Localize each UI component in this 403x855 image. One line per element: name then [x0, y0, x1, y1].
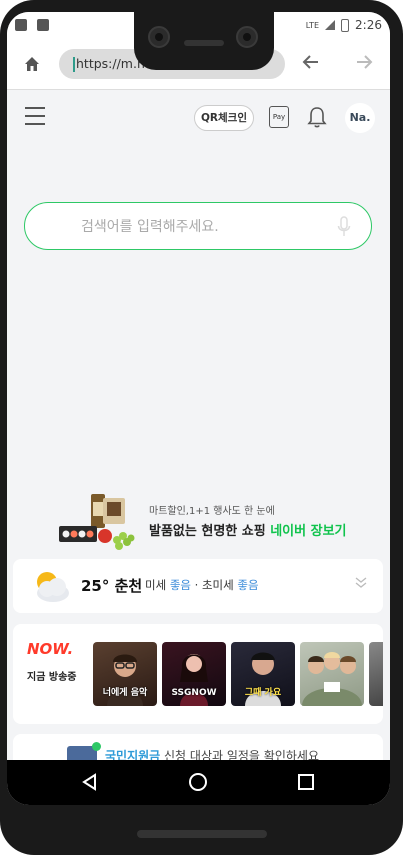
- arrow-left-icon[interactable]: [299, 52, 323, 76]
- text-cursor: [73, 57, 75, 72]
- pay-wallet-icon[interactable]: Pay: [269, 106, 289, 128]
- earpiece-speaker: [184, 40, 224, 46]
- microphone-icon[interactable]: [337, 216, 351, 238]
- search-box[interactable]: [24, 202, 372, 250]
- shopping-promo-banner[interactable]: 마트할인,1+1 행사도 한 눈에 발품없는 현명한 쇼핑 네이버 장보기: [57, 488, 357, 556]
- show-thumbnail[interactable]: 너에게 음악: [93, 642, 157, 706]
- now-live-card: NOW. 지금 방송중 너에게 음악 SSGNOW 그때 가요: [13, 624, 383, 724]
- promo-title: 발품없는 현명한 쇼핑 네이버 장보기: [149, 520, 347, 539]
- front-camera: [148, 26, 170, 48]
- notification-icon: [15, 19, 27, 31]
- show-caption: SSGNOW: [171, 688, 217, 698]
- separator: ·: [191, 578, 202, 592]
- temperature-city: 25° 춘천: [81, 577, 143, 595]
- show-caption: 너에게 음악: [102, 688, 148, 698]
- groceries-image: [57, 492, 137, 554]
- notification-icons: [15, 19, 49, 31]
- promo-title-text: 발품없는 현명한 쇼핑: [149, 524, 271, 539]
- live-now-label: 지금 방송중: [27, 672, 77, 683]
- android-icon: [37, 19, 49, 31]
- status-right: LTE 2:26: [306, 18, 382, 32]
- signal-icon: [325, 20, 336, 30]
- show-thumbnail[interactable]: SSGNOW: [162, 642, 226, 706]
- arrow-right-icon[interactable]: [352, 52, 376, 76]
- ultrafine-dust-label: 초미세: [201, 578, 234, 592]
- weather-card[interactable]: 25° 춘천 미세 좋음 · 초미세 좋음: [13, 559, 383, 613]
- air-quality: 미세 좋음 · 초미세 좋음: [145, 577, 259, 593]
- phone-frame: LTE 2:26 https://m.naver.com/: [0, 0, 403, 855]
- bottom-speaker: [137, 830, 267, 838]
- home-icon[interactable]: [21, 54, 43, 76]
- promo-subtitle: 마트할인,1+1 행사도 한 눈에: [149, 506, 275, 517]
- show-thumbnail[interactable]: [300, 642, 364, 706]
- network-label: LTE: [305, 20, 320, 30]
- ultrafine-dust-value: 좋음: [237, 578, 259, 592]
- front-sensor: [236, 26, 258, 48]
- chevron-down-icon[interactable]: [353, 575, 369, 595]
- show-thumbnail[interactable]: [369, 642, 383, 706]
- account-avatar[interactable]: Na.: [345, 103, 375, 133]
- hamburger-menu-icon[interactable]: [25, 107, 45, 125]
- clock: 2:26: [355, 18, 382, 32]
- battery-icon: [341, 18, 350, 32]
- search-input[interactable]: [81, 215, 321, 239]
- qr-checkin-button[interactable]: QR체크인: [194, 105, 254, 131]
- camera-notch: [134, 12, 274, 70]
- dust-label: 미세: [145, 578, 167, 592]
- promo-title-highlight: 네이버 장보기: [270, 524, 347, 539]
- recents-icon[interactable]: [296, 772, 316, 792]
- screen: LTE 2:26 https://m.naver.com/: [7, 12, 390, 805]
- partly-cloudy-icon: [31, 569, 71, 603]
- now-logo[interactable]: NOW.: [27, 640, 73, 658]
- show-caption: 그때 가요: [244, 688, 282, 698]
- dust-value: 좋음: [169, 578, 191, 592]
- android-nav-bar: [7, 760, 390, 805]
- home-circle-icon[interactable]: [188, 772, 208, 792]
- bell-icon[interactable]: [307, 105, 327, 129]
- naver-header: QR체크인 Pay Na.: [7, 91, 390, 147]
- show-thumbnail[interactable]: 그때 가요: [231, 642, 295, 706]
- back-icon[interactable]: [80, 772, 100, 792]
